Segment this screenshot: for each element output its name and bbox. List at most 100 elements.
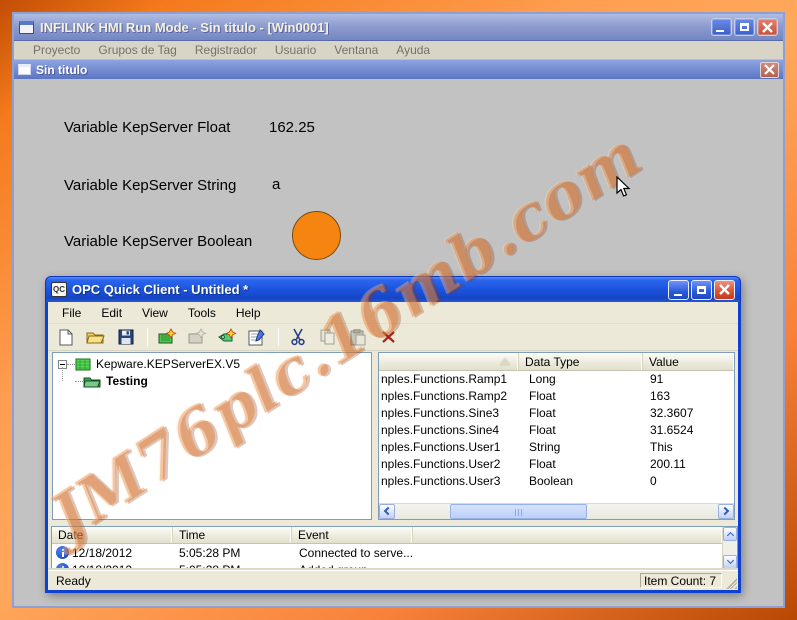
menu-registrador[interactable]: Registrador <box>186 43 266 57</box>
opc-body: File Edit View Tools Help <box>45 302 741 593</box>
cell-date: 12/18/2012 <box>72 546 132 560</box>
close-button[interactable] <box>757 18 778 36</box>
child-titlebar[interactable]: Sin titulo <box>14 60 783 79</box>
new-server-connection-icon[interactable] <box>156 327 178 347</box>
tree-connector <box>62 367 63 381</box>
opc-titlebar[interactable]: QC OPC Quick Client - Untitled * <box>45 276 741 302</box>
new-file-icon[interactable] <box>55 327 77 347</box>
opc-maximize-button[interactable] <box>691 280 712 300</box>
new-group-icon[interactable] <box>186 327 208 347</box>
tree-node-testing[interactable]: Testing <box>75 374 148 388</box>
save-icon[interactable] <box>115 327 137 347</box>
var-label-string: Variable KepServer String <box>64 177 236 194</box>
cell-data-type: Float <box>529 423 556 437</box>
tree-node-server[interactable]: Kepware.KEPServerEX.V5 <box>58 357 240 371</box>
menu-grupos-de-tag[interactable]: Grupos de Tag <box>89 43 186 57</box>
opc-menu-tools[interactable]: Tools <box>178 306 226 320</box>
cell-data-type: Float <box>529 457 556 471</box>
opc-close-button[interactable] <box>714 280 735 300</box>
boolean-indicator-circle[interactable] <box>292 211 341 260</box>
scroll-right-button[interactable] <box>718 504 734 519</box>
item-properties-icon[interactable] <box>246 327 268 347</box>
column-header-time[interactable]: Time <box>173 527 292 543</box>
column-header-data-type[interactable]: Data Type <box>519 353 643 370</box>
opc-menu-edit[interactable]: Edit <box>91 306 132 320</box>
menu-ventana[interactable]: Ventana <box>325 43 387 57</box>
toolbar-separator <box>147 328 148 346</box>
cell-value: 163 <box>650 389 670 403</box>
open-folder-icon[interactable] <box>85 327 107 347</box>
cell-data-type: Boolean <box>529 474 573 488</box>
cell-date: 12/18/2012 <box>72 563 132 570</box>
cell-item-id: nples.Functions.User1 <box>381 440 517 454</box>
main-window-title: INFILINK HMI Run Mode - Sin titulo - [Wi… <box>40 20 711 35</box>
menu-proyecto[interactable]: Proyecto <box>24 43 89 57</box>
var-value-float: 162.25 <box>269 119 315 136</box>
paste-icon[interactable] <box>347 327 369 347</box>
cell-event: Connected to serve... <box>299 546 413 560</box>
scroll-left-button[interactable] <box>379 504 395 519</box>
sort-ascending-icon <box>500 358 510 365</box>
opc-menu-help[interactable]: Help <box>226 306 271 320</box>
opc-app-icon: QC <box>51 282 67 297</box>
status-ready: Ready <box>48 574 640 588</box>
list-header-row: Data Type Value <box>379 353 734 371</box>
minimize-button[interactable] <box>711 18 732 36</box>
horizontal-scrollbar[interactable] <box>379 503 734 519</box>
app-icon <box>19 21 34 34</box>
opc-statusbar: Ready Item Count: 7 <box>48 570 738 590</box>
column-header-blank <box>413 527 722 543</box>
cell-item-id: nples.Functions.User2 <box>381 457 517 471</box>
main-titlebar[interactable]: INFILINK HMI Run Mode - Sin titulo - [Wi… <box>14 14 783 41</box>
resize-grip[interactable] <box>725 577 737 589</box>
table-row[interactable]: nples.Functions.User1 String This <box>379 439 734 456</box>
column-header-value[interactable]: Value <box>643 353 734 370</box>
table-row[interactable]: nples.Functions.User3 Boolean 0 <box>379 473 734 490</box>
server-tree-pane: Kepware.KEPServerEX.V5 Testing <box>52 352 372 520</box>
table-row[interactable]: nples.Functions.Sine3 Float 32.3607 <box>379 405 734 422</box>
event-header-row: Date Time Event <box>52 527 722 544</box>
cell-value: 32.3607 <box>650 406 693 420</box>
menu-ayuda[interactable]: Ayuda <box>387 43 439 57</box>
delete-icon[interactable] <box>377 327 399 347</box>
menu-usuario[interactable]: Usuario <box>266 43 325 57</box>
table-row[interactable]: nples.Functions.Ramp2 Float 163 <box>379 388 734 405</box>
cell-item-id: nples.Functions.Sine4 <box>381 423 517 437</box>
column-header-date[interactable]: Date <box>52 527 173 543</box>
cell-value: 91 <box>650 372 663 386</box>
cell-data-type: Long <box>529 372 556 386</box>
info-icon <box>56 546 69 559</box>
scrollbar-track[interactable] <box>395 504 718 519</box>
main-menubar: Proyecto Grupos de Tag Registrador Usuar… <box>14 41 783 60</box>
cell-data-type: Float <box>529 406 556 420</box>
cut-icon[interactable] <box>287 327 309 347</box>
column-header-event[interactable]: Event <box>292 527 413 543</box>
cell-value: 31.6524 <box>650 423 693 437</box>
toolbar-separator <box>278 328 279 346</box>
maximize-button[interactable] <box>734 18 755 36</box>
cell-item-id: nples.Functions.User3 <box>381 474 517 488</box>
var-label-boolean: Variable KepServer Boolean <box>64 233 252 250</box>
table-row[interactable]: nples.Functions.Ramp1 Long 91 <box>379 371 734 388</box>
scrollbar-thumb[interactable] <box>450 504 587 519</box>
scroll-down-button[interactable] <box>723 555 737 569</box>
opc-minimize-button[interactable] <box>668 280 689 300</box>
child-close-button[interactable] <box>760 62 779 78</box>
copy-icon[interactable] <box>317 327 339 347</box>
cell-event: Added group ... <box>299 563 381 570</box>
opc-menu-file[interactable]: File <box>52 306 91 320</box>
orange-frame: INFILINK HMI Run Mode - Sin titulo - [Wi… <box>0 0 797 620</box>
cell-item-id: nples.Functions.Sine3 <box>381 406 517 420</box>
event-row[interactable]: 12/18/2012 5:05:28 PM Connected to serve… <box>52 544 722 561</box>
scroll-up-button[interactable] <box>723 527 737 541</box>
column-header-item-id[interactable] <box>379 353 519 370</box>
opc-menu-view[interactable]: View <box>132 306 178 320</box>
table-row[interactable]: nples.Functions.User2 Float 200.11 <box>379 456 734 473</box>
event-row-partial[interactable]: 12/18/2012 5:05:28 PM Added group ... <box>52 561 722 570</box>
cell-time: 5:05:28 PM <box>179 563 240 570</box>
new-item-icon[interactable] <box>216 327 238 347</box>
opc-toolbar <box>48 324 738 351</box>
opc-menubar: File Edit View Tools Help <box>48 302 738 324</box>
table-row[interactable]: nples.Functions.Sine4 Float 31.6524 <box>379 422 734 439</box>
event-vertical-scrollbar[interactable] <box>722 527 737 569</box>
